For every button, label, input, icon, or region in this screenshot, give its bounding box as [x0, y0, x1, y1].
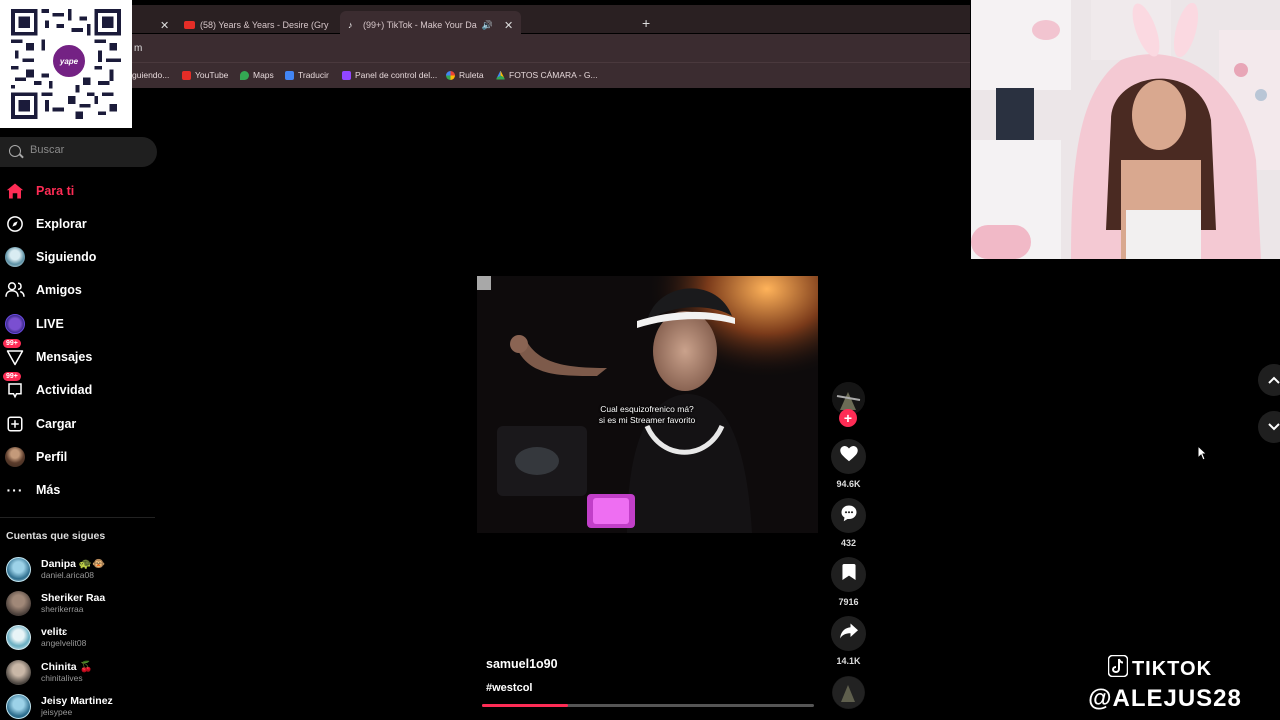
webcam-frame	[971, 0, 1280, 259]
nav-explorar[interactable]: Explorar	[5, 212, 87, 236]
activity-badge: 99+	[3, 372, 21, 381]
previous-video-button[interactable]	[1258, 364, 1280, 396]
compass-icon	[5, 214, 25, 234]
following-account[interactable]: Jeisy Martinez jeisypee	[6, 692, 113, 720]
search-box[interactable]	[0, 137, 157, 167]
nav-siguiendo[interactable]: Siguiendo	[5, 245, 96, 269]
home-icon	[5, 181, 25, 201]
like-count: 94.6K	[836, 479, 861, 489]
tiktok-watermark: TIKTOK @ALEJUS28	[1080, 654, 1270, 713]
yape-logo: yape	[50, 42, 88, 80]
nav-amigos[interactable]: Amigos	[5, 278, 82, 302]
bookmark-fotos[interactable]: FOTOS CÁMARA - G...	[496, 70, 598, 80]
tiktok-logo-icon	[1107, 654, 1129, 683]
following-section-title: Cuentas que sigues	[6, 530, 106, 542]
messages-icon: 99+	[3, 339, 25, 367]
following-account[interactable]: Danipa 🐢🐵 daniel.arica08	[6, 555, 105, 583]
search-input[interactable]	[30, 144, 140, 156]
translate-icon	[285, 70, 294, 80]
following-account[interactable]: Sheriker Raa sherikerraa	[6, 589, 105, 617]
like-button[interactable]	[831, 439, 866, 474]
chevron-down-icon	[1268, 418, 1280, 436]
more-icon: ···	[6, 482, 24, 498]
follow-button[interactable]: +	[839, 409, 857, 427]
browser-tab-bar: ✕ (58) Years & Years - Desire (Gry ✕ ♪ (…	[132, 5, 970, 39]
tab-label: (58) Years & Years - Desire (Gry	[200, 20, 329, 30]
close-tab-icon[interactable]: ✕	[504, 19, 513, 32]
drive-icon	[496, 70, 505, 80]
tab-label: (99+) TikTok - Make Your Da	[363, 20, 477, 30]
nav-para-ti[interactable]: Para ti	[5, 179, 74, 203]
comment-button[interactable]	[831, 498, 866, 533]
bookmarks-bar: guiendo... YouTube Maps Traducir Panel d…	[132, 62, 970, 88]
yape-qr-code: yape	[0, 0, 132, 128]
nav-live[interactable]: LIVE	[5, 312, 64, 336]
share-icon	[839, 623, 858, 644]
video-progress-fill	[482, 704, 569, 707]
activity-icon: 99+	[3, 372, 25, 400]
video-author[interactable]: samuel1o90	[486, 657, 558, 671]
bookmark-youtube[interactable]: YouTube	[182, 70, 228, 80]
nav-actividad[interactable]: 99+ Actividad	[3, 372, 92, 402]
youtube-icon	[184, 21, 195, 29]
streamer-webcam	[971, 0, 1280, 259]
friends-icon	[5, 280, 25, 300]
maps-pin-icon	[240, 70, 249, 80]
avatar	[6, 659, 31, 685]
bookmark-traducir[interactable]: Traducir	[285, 70, 329, 80]
new-tab-button[interactable]: +	[642, 15, 650, 31]
next-video-button[interactable]	[1258, 411, 1280, 443]
youtube-icon	[182, 70, 191, 80]
nav-mas[interactable]: ··· Más	[5, 478, 61, 502]
following-avatar-icon	[5, 247, 25, 267]
save-count: 7916	[838, 597, 859, 607]
speaker-icon[interactable]: 🔊	[482, 20, 493, 31]
avatar	[6, 556, 31, 582]
avatar	[6, 590, 31, 616]
google-icon	[446, 70, 455, 80]
tiktok-icon: ♪	[348, 20, 353, 30]
bookmark-icon	[841, 564, 856, 585]
video-hashtag[interactable]: #westcol	[486, 682, 532, 694]
bookmark-maps[interactable]: Maps	[240, 70, 274, 80]
avatar	[6, 693, 31, 719]
close-tab-icon[interactable]: ✕	[160, 19, 169, 32]
address-bar[interactable]: m	[132, 34, 970, 62]
bookmark-siguiendo[interactable]: guiendo...	[132, 70, 169, 80]
heart-icon	[839, 446, 858, 467]
profile-avatar-icon	[5, 447, 25, 467]
twitch-icon	[342, 70, 351, 80]
address-text: m	[134, 43, 143, 54]
video-progress-bar[interactable]	[482, 704, 814, 707]
bookmark-ruleta[interactable]: Ruleta	[446, 70, 484, 80]
sidebar-divider	[0, 517, 155, 518]
mouse-cursor-icon	[1197, 444, 1208, 466]
share-count: 14.1K	[836, 656, 861, 666]
comment-count: 432	[840, 538, 857, 548]
nav-mensajes[interactable]: 99+ Mensajes	[3, 339, 92, 369]
bookmark-panel[interactable]: Panel de control del...	[342, 70, 437, 80]
messages-badge: 99+	[3, 339, 21, 348]
comment-icon	[840, 504, 858, 527]
following-account[interactable]: velitɛ angelvelit08	[6, 623, 86, 651]
live-icon	[5, 314, 25, 334]
nav-cargar[interactable]: Cargar	[5, 412, 76, 436]
upload-icon	[5, 414, 25, 434]
following-account[interactable]: Chinita 🍒 chinitalives	[6, 658, 93, 686]
avatar	[6, 624, 31, 650]
video-player[interactable]: Cual esquizofrenico má? si es mi Streame…	[477, 276, 818, 533]
nav-perfil[interactable]: Perfil	[5, 445, 67, 469]
search-icon	[9, 145, 21, 157]
video-caption: Cual esquizofrenico má? si es mi Streame…	[598, 404, 696, 425]
share-button[interactable]	[831, 616, 866, 651]
sound-disc[interactable]	[832, 676, 865, 709]
chevron-up-icon	[1268, 371, 1280, 389]
save-button[interactable]	[831, 557, 866, 592]
